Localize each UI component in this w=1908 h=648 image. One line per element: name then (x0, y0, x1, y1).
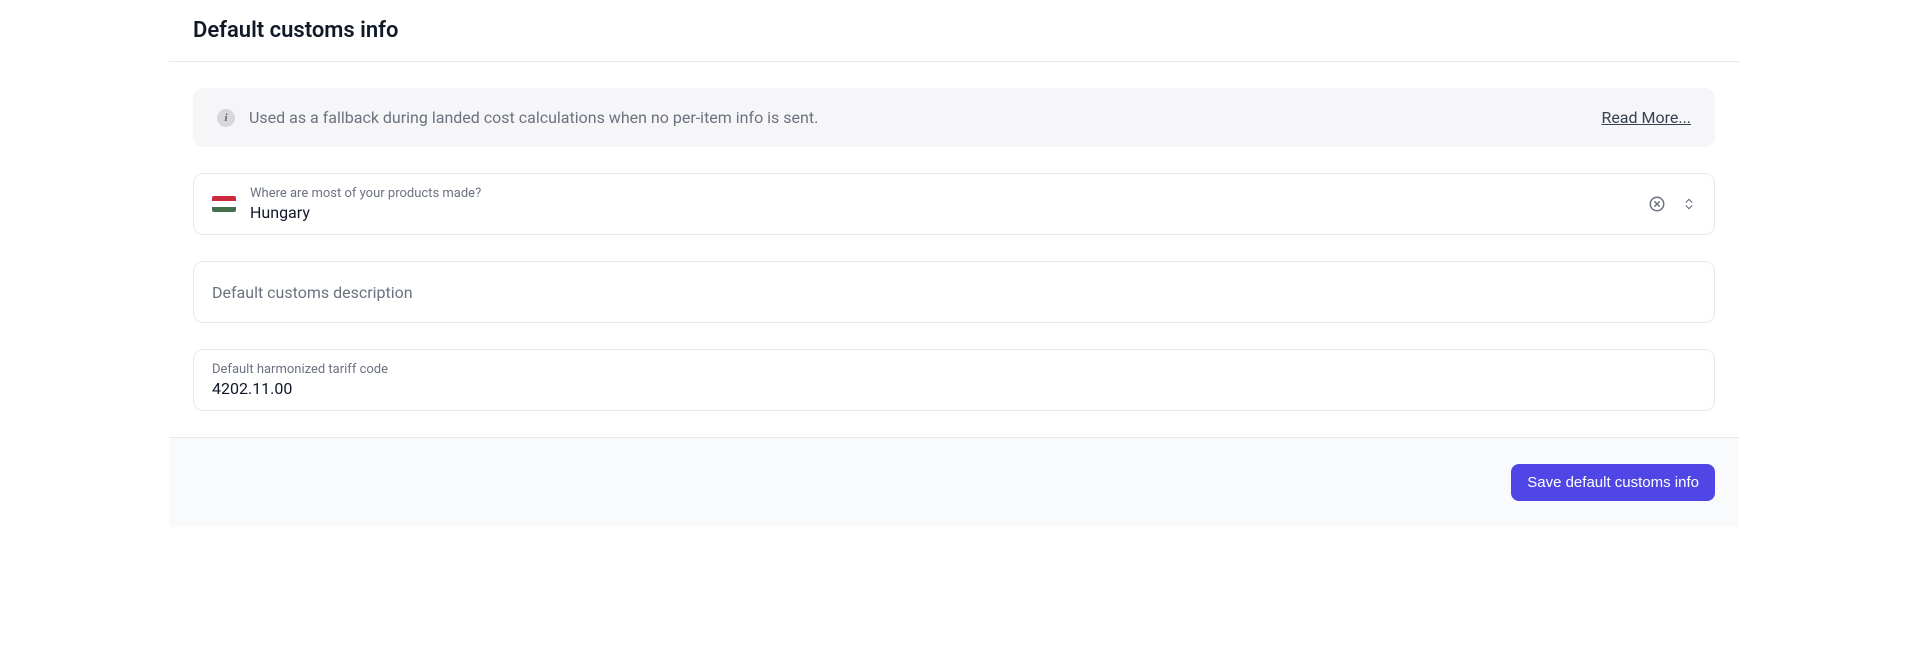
tariff-code-value: 4202.11.00 (212, 379, 1696, 398)
clear-icon[interactable] (1648, 195, 1666, 213)
page-title: Default customs info (193, 18, 1715, 43)
read-more-link[interactable]: Read More... (1601, 108, 1691, 127)
tariff-code-field[interactable]: Default harmonized tariff code 4202.11.0… (193, 349, 1715, 411)
hungary-flag-icon (212, 196, 236, 212)
customs-description-placeholder: Default customs description (212, 283, 1696, 302)
info-icon: i (217, 109, 235, 127)
footer-bar: Save default customs info (169, 437, 1739, 527)
chevron-up-down-icon[interactable] (1682, 195, 1696, 213)
origin-country-value: Hungary (250, 203, 1634, 222)
alert-text: Used as a fallback during landed cost ca… (249, 108, 1587, 127)
customs-description-field[interactable]: Default customs description (193, 261, 1715, 323)
save-button[interactable]: Save default customs info (1511, 464, 1715, 501)
info-alert: i Used as a fallback during landed cost … (193, 88, 1715, 147)
origin-country-label: Where are most of your products made? (250, 186, 1634, 201)
origin-country-select[interactable]: Where are most of your products made? Hu… (193, 173, 1715, 235)
content-area: i Used as a fallback during landed cost … (169, 62, 1739, 437)
tariff-code-label: Default harmonized tariff code (212, 362, 1696, 377)
page-header: Default customs info (169, 0, 1739, 62)
